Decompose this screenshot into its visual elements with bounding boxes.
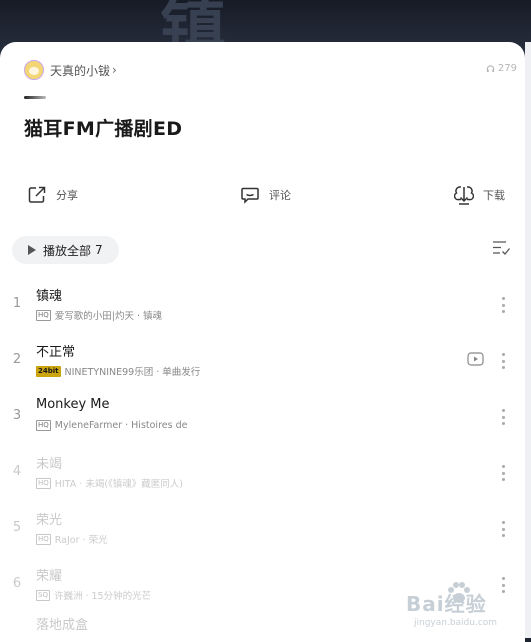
creator-name: 天真的小钹 xyxy=(50,63,111,78)
more-icon[interactable] xyxy=(498,465,508,481)
avatar xyxy=(24,60,44,80)
more-icon[interactable] xyxy=(498,409,508,425)
song-title: 未竭 xyxy=(36,457,63,472)
quality-badge: HQ xyxy=(36,309,51,321)
song-title: 镇魂 xyxy=(36,289,63,304)
side-edge xyxy=(525,42,531,638)
song-row[interactable]: 3 Monkey Me HQ MyleneFarmer · Histoires … xyxy=(0,388,525,444)
more-icon[interactable] xyxy=(498,521,508,537)
song-index: 1 xyxy=(12,296,22,311)
play-all-button[interactable]: 播放全部 7 xyxy=(12,236,119,264)
song-title: 不正常 xyxy=(36,345,76,360)
song-subtitle: HQ 爱写歌的小田|灼天 · 镇魂 xyxy=(36,308,162,322)
comment-button[interactable]: 评论 xyxy=(240,182,291,208)
song-artist-album: MyleneFarmer · Histoires de xyxy=(54,420,188,431)
song-row[interactable]: 5 荣光 HQ RaJor · 荣光 xyxy=(0,500,525,556)
song-title: 荣光 xyxy=(36,513,63,528)
song-row[interactable]: 4 未竭 HQ HITA · 未竭(《镇魂》藏匿同人) xyxy=(0,444,525,500)
song-title: 荣耀 xyxy=(36,569,63,584)
song-artist-album: NINETYNINE99乐团 · 单曲发行 xyxy=(64,367,201,378)
song-index: 4 xyxy=(12,464,22,479)
headphone-icon xyxy=(486,65,495,73)
download-icon xyxy=(454,186,474,205)
song-subtitle: HQ HITA · 未竭(《镇魂》藏匿同人) xyxy=(36,476,183,490)
comment-label: 评论 xyxy=(269,189,291,202)
song-title: Monkey Me xyxy=(36,397,110,412)
play-count: 279 xyxy=(486,63,517,74)
song-index: 2 xyxy=(12,352,22,367)
creator-link[interactable]: 天真的小钹 › xyxy=(24,59,117,81)
quality-badge: HQ xyxy=(36,533,51,545)
song-subtitle: HQ MyleneFarmer · Histoires de xyxy=(36,420,187,431)
more-icon[interactable] xyxy=(498,297,508,313)
song-subtitle: SQ 许巍洲 · 15分钟的光芒 xyxy=(36,588,151,602)
song-artist-album: 许巍洲 · 15分钟的光芒 xyxy=(53,591,152,602)
more-icon[interactable] xyxy=(498,577,508,593)
quality-badge: HQ xyxy=(36,420,51,431)
playlist-card: 天真的小钹 › 279 猫耳FM广播剧ED 分享 评论 下载 播放全部 7 1 … xyxy=(0,42,525,642)
title-accent-bar xyxy=(24,96,46,99)
quality-badge: 24bit xyxy=(36,365,61,377)
play-icon xyxy=(28,245,36,255)
song-artist-album: HITA · 未竭(《镇魂》藏匿同人) xyxy=(54,479,184,490)
playlist-title: 猫耳FM广播剧ED xyxy=(24,118,183,140)
quality-badge: SQ xyxy=(36,589,50,601)
play-all-label: 播放全部 xyxy=(43,243,92,258)
song-row[interactable]: 2 不正常 24bit NINETYNINE99乐团 · 单曲发行 xyxy=(0,332,525,388)
comment-icon xyxy=(241,187,259,204)
song-index: 3 xyxy=(12,408,22,423)
song-artist-album: 爱写歌的小田|灼天 · 镇魂 xyxy=(54,311,163,322)
share-icon xyxy=(28,186,46,203)
song-row[interactable]: 1 镇魂 HQ 爱写歌的小田|灼天 · 镇魂 xyxy=(0,276,525,332)
more-icon[interactable] xyxy=(498,353,508,369)
song-title: 落地成盒 xyxy=(36,618,89,633)
chevron-right-icon: › xyxy=(112,63,117,77)
song-artist-album: RaJor · 荣光 xyxy=(54,535,108,546)
song-subtitle: 24bit NINETYNINE99乐团 · 单曲发行 xyxy=(36,364,200,378)
song-index: 5 xyxy=(12,520,22,535)
share-label: 分享 xyxy=(56,189,78,202)
play-all-count: 7 xyxy=(95,243,103,257)
song-index: 6 xyxy=(12,576,22,591)
mv-icon[interactable] xyxy=(467,352,484,366)
download-label: 下载 xyxy=(483,189,505,202)
download-button[interactable]: 下载 xyxy=(454,182,505,208)
song-row[interactable]: 6 荣耀 SQ 许巍洲 · 15分钟的光芒 xyxy=(0,556,525,612)
action-bar: 分享 评论 下载 xyxy=(0,182,525,208)
play-count-value: 279 xyxy=(497,63,517,74)
quality-badge: HQ xyxy=(36,477,51,489)
share-button[interactable]: 分享 xyxy=(27,182,78,208)
sort-icon[interactable] xyxy=(491,239,511,257)
song-subtitle: HQ RaJor · 荣光 xyxy=(36,532,108,546)
